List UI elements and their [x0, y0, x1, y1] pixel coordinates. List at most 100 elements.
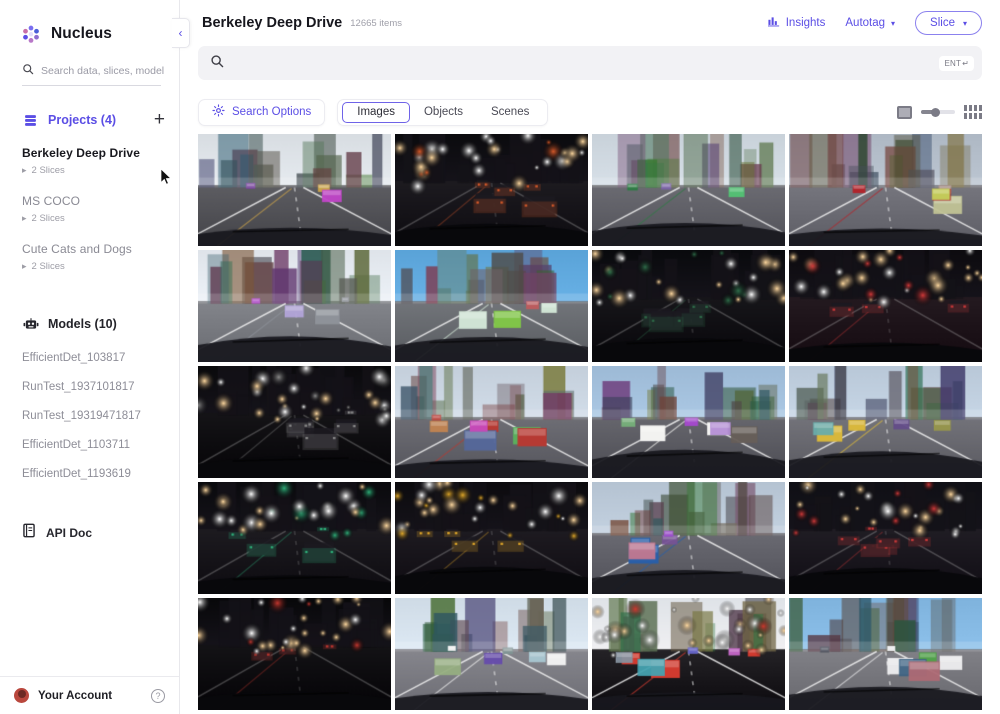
item-count: 12665 items [350, 17, 403, 29]
dashcam-thumbnail [592, 250, 785, 362]
gallery-image[interactable] [395, 366, 588, 478]
gallery-image[interactable] [198, 598, 391, 710]
project-slices-label: 2 Slices [31, 261, 65, 272]
project-item[interactable]: MS COCO ▸ 2 Slices [0, 194, 179, 224]
search-bar[interactable]: ENT ↵ [198, 46, 982, 80]
gallery-image[interactable] [198, 250, 391, 362]
model-item[interactable]: RunTest_1937101817 [0, 381, 179, 393]
project-slices[interactable]: ▸ 2 Slices [22, 261, 157, 272]
small-thumbnail-grid-icon[interactable] [964, 105, 982, 119]
gallery-image[interactable] [789, 598, 982, 710]
sidebar: Nucleus Projects (4) + Be [0, 0, 180, 714]
database-icon [22, 112, 39, 129]
dashcam-thumbnail [592, 366, 785, 478]
dashcam-thumbnail [198, 134, 391, 246]
sidebar-search-input[interactable] [41, 65, 166, 77]
enter-badge-text: ENT [944, 58, 962, 68]
search-options-button[interactable]: Search Options [198, 98, 326, 126]
models-section-header: Models (10) [0, 312, 179, 336]
gallery-image[interactable] [592, 134, 785, 246]
project-item[interactable]: Berkeley Deep Drive ▸ 2 Slices [0, 146, 179, 176]
gallery-image[interactable] [789, 250, 982, 362]
gallery-image[interactable] [789, 134, 982, 246]
dashcam-thumbnail [395, 134, 588, 246]
project-slices[interactable]: ▸ 2 Slices [22, 213, 157, 224]
dashcam-thumbnail [198, 598, 391, 710]
api-doc-link[interactable]: API Doc [0, 523, 179, 543]
gallery-image[interactable] [395, 134, 588, 246]
gallery-image[interactable] [789, 482, 982, 594]
tab-images[interactable]: Images [342, 101, 410, 123]
project-title: Cute Cats and Dogs [22, 242, 132, 256]
model-item[interactable]: EfficientDet_103817 [0, 352, 179, 364]
account-bar[interactable]: Your Account ? [0, 676, 179, 714]
thumbnail-size-slider[interactable] [921, 107, 955, 117]
chevron-right-icon: ▸ [22, 213, 27, 223]
model-item[interactable]: RunTest_19319471817 [0, 410, 179, 422]
dashcam-thumbnail [789, 482, 982, 594]
tab-scenes[interactable]: Scenes [477, 102, 543, 123]
gallery-image[interactable] [592, 366, 785, 478]
slice-dropdown[interactable]: Slice ▾ [915, 11, 982, 35]
help-icon[interactable]: ? [151, 688, 165, 703]
insights-button[interactable]: Insights [767, 16, 826, 30]
gallery-image[interactable] [198, 482, 391, 594]
project-list: Berkeley Deep Drive ▸ 2 Slices MS COCO ▸… [0, 146, 179, 290]
dashcam-thumbnail [198, 366, 391, 478]
gallery-image[interactable] [395, 598, 588, 710]
dashcam-thumbnail [198, 482, 391, 594]
gallery-image[interactable] [592, 482, 785, 594]
brand: Nucleus [0, 0, 179, 50]
dashcam-thumbnail [789, 598, 982, 710]
gallery-image[interactable] [198, 366, 391, 478]
model-item[interactable]: EfficientDet_1193619 [0, 468, 179, 480]
enter-key-badge: ENT ↵ [939, 55, 974, 71]
book-icon [22, 523, 36, 543]
slice-label: Slice [930, 17, 955, 29]
sidebar-search[interactable] [22, 62, 166, 86]
project-slices-label: 2 Slices [31, 213, 65, 224]
add-project-button[interactable]: + [154, 110, 165, 129]
insights-label: Insights [785, 17, 826, 29]
enter-return-icon: ↵ [962, 58, 969, 68]
tab-objects[interactable]: Objects [410, 102, 477, 123]
page-title: Berkeley Deep Drive [202, 15, 343, 31]
top-actions: Insights Autotag ▾ Slice ▾ [767, 11, 982, 35]
projects-section-header: Projects (4) + [0, 108, 179, 132]
dashcam-thumbnail [592, 482, 785, 594]
dashcam-thumbnail [789, 366, 982, 478]
project-slices[interactable]: ▸ 2 Slices [22, 165, 157, 176]
large-thumbnail-icon[interactable] [897, 105, 912, 119]
search-bar-wrap: ENT ↵ [180, 46, 1000, 90]
autotag-dropdown[interactable]: Autotag ▾ [845, 17, 895, 29]
gallery-image[interactable] [395, 250, 588, 362]
content-type-tabs: Images Objects Scenes [337, 98, 549, 126]
brand-name: Nucleus [51, 25, 112, 42]
model-list: EfficientDet_103817 RunTest_1937101817 R… [0, 352, 179, 497]
autotag-label: Autotag [845, 17, 886, 29]
gallery-scroll[interactable] [180, 134, 1000, 714]
models-section-label: Models (10) [48, 317, 117, 331]
gear-icon [212, 104, 225, 120]
model-item[interactable]: EfficientDet_1103711 [0, 439, 179, 451]
projects-section-label: Projects (4) [48, 113, 117, 127]
filter-bar: Search Options Images Objects Scenes [180, 90, 1000, 134]
gallery-image[interactable] [789, 366, 982, 478]
dashcam-thumbnail [198, 250, 391, 362]
chevron-right-icon: ▸ [22, 261, 27, 271]
gallery-image[interactable] [198, 134, 391, 246]
gallery-image[interactable] [395, 482, 588, 594]
top-bar: Berkeley Deep Drive 12665 items Insights [180, 0, 1000, 46]
dashcam-thumbnail [592, 134, 785, 246]
search-input[interactable] [234, 56, 930, 70]
chevron-right-icon: ▸ [22, 165, 27, 175]
gallery-image[interactable] [592, 598, 785, 710]
dashcam-thumbnail [395, 250, 588, 362]
project-item[interactable]: Cute Cats and Dogs ▸ 2 Slices [0, 242, 179, 272]
account-label: Your Account [38, 689, 113, 702]
thumbnail-size-control [897, 105, 982, 119]
sidebar-collapse-button[interactable]: ‹ [172, 18, 190, 48]
gallery-image[interactable] [592, 250, 785, 362]
search-icon [22, 62, 34, 80]
app-root: Nucleus Projects (4) + Be [0, 0, 1000, 714]
